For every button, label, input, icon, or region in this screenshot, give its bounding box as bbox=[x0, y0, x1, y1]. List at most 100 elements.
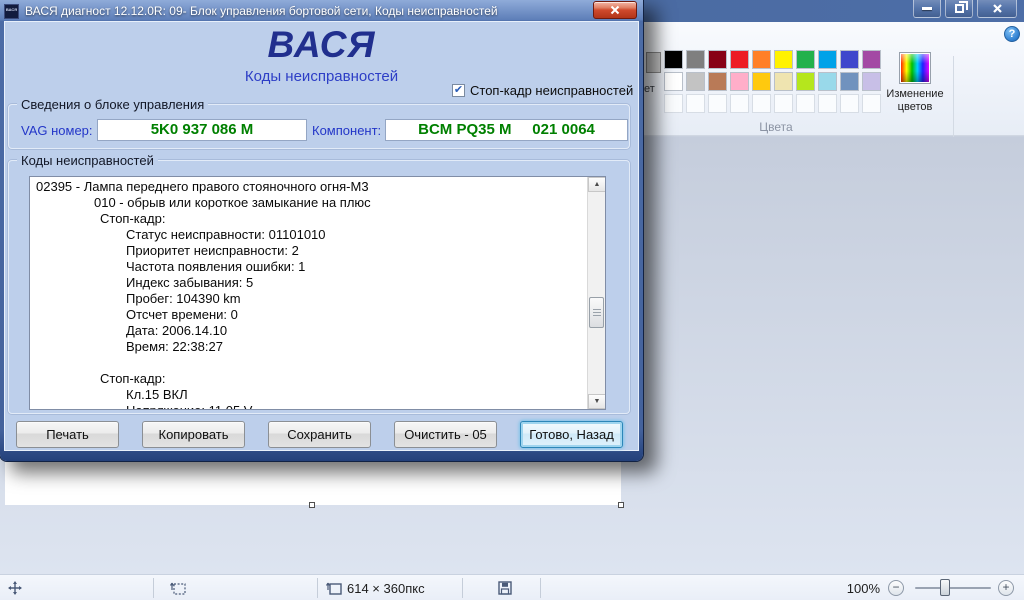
fault-code-line: 010 - обрыв или короткое замыкание на пл… bbox=[94, 195, 371, 210]
save-button[interactable]: Сохранить bbox=[268, 421, 371, 448]
vag-number-field: 5K0 937 086 M bbox=[97, 119, 307, 141]
palette-swatch[interactable] bbox=[862, 50, 881, 69]
palette-swatch[interactable] bbox=[708, 72, 727, 91]
fault-code-line: Стоп-кадр: bbox=[100, 211, 166, 226]
fault-code-line: Статус неисправности: 01101010 bbox=[126, 227, 326, 242]
screen: ? ет Изменение цветов Цвета 614 × 360пкс… bbox=[0, 0, 1024, 600]
scroll-up-button[interactable]: ▲ bbox=[588, 177, 605, 192]
palette-swatch[interactable] bbox=[664, 72, 683, 91]
vertical-scrollbar[interactable]: ▲ ▼ bbox=[587, 177, 605, 409]
vcds-heading: ВАСЯ bbox=[267, 24, 376, 65]
palette-empty-slot[interactable] bbox=[862, 94, 881, 113]
color2-swatch-partial[interactable] bbox=[646, 52, 661, 73]
palette-swatch[interactable] bbox=[840, 72, 859, 91]
image-size-value: 614 × 360пкс bbox=[347, 581, 425, 596]
zoom-slider-track[interactable] bbox=[915, 587, 991, 589]
palette-empty-slot[interactable] bbox=[664, 94, 683, 113]
palette-empty-slot[interactable] bbox=[730, 94, 749, 113]
fault-codes-text: 02395 - Лампа переднего правого стояночн… bbox=[30, 179, 586, 409]
clear-codes-button[interactable]: Очистить - 05 bbox=[394, 421, 497, 448]
fault-codes-textarea[interactable]: 02395 - Лампа переднего правого стояночн… bbox=[29, 176, 606, 410]
freeze-frame-label: Стоп-кадр неисправностей bbox=[470, 83, 634, 98]
palette-swatch[interactable] bbox=[752, 50, 771, 69]
palette-swatch[interactable] bbox=[686, 72, 705, 91]
canvas-resize-handle-corner[interactable] bbox=[618, 502, 624, 508]
fault-codes-group: Коды неисправностей 02395 - Лампа передн… bbox=[8, 153, 630, 414]
done-back-button[interactable]: Готово, Назад bbox=[520, 421, 623, 448]
scrollbar-thumb[interactable] bbox=[589, 297, 604, 328]
copy-button[interactable]: Копировать bbox=[142, 421, 245, 448]
status-separator bbox=[540, 578, 541, 598]
palette-swatch[interactable] bbox=[818, 72, 837, 91]
canvas-resize-handle-bottom[interactable] bbox=[309, 502, 315, 508]
image-size-icon bbox=[326, 582, 342, 595]
palette-row-1 bbox=[664, 50, 881, 69]
fault-code-line: Отсчет времени: 0 bbox=[126, 307, 238, 322]
print-button[interactable]: Печать bbox=[16, 421, 119, 448]
minimize-icon bbox=[922, 7, 932, 10]
palette-empty-slot[interactable] bbox=[686, 94, 705, 113]
zoom-slider-thumb[interactable] bbox=[940, 579, 950, 596]
fault-code-line: Дата: 2006.14.10 bbox=[126, 323, 228, 338]
status-separator bbox=[462, 578, 463, 598]
close-icon bbox=[610, 5, 620, 15]
vcds-window: ВАСЯ ВАСЯ диагност 12.12.0R: 09- Блок уп… bbox=[0, 0, 643, 461]
palette-row-empty bbox=[664, 94, 881, 113]
palette-swatch[interactable] bbox=[730, 72, 749, 91]
fault-code-line: Пробег: 104390 km bbox=[126, 291, 241, 306]
zoom-in-button[interactable]: + bbox=[998, 580, 1014, 596]
palette-swatch[interactable] bbox=[752, 72, 771, 91]
palette-swatch[interactable] bbox=[664, 50, 683, 69]
palette-swatch[interactable] bbox=[862, 72, 881, 91]
palette-swatch[interactable] bbox=[840, 50, 859, 69]
restore-icon bbox=[954, 1, 968, 13]
zoom-level-value: 100% bbox=[846, 581, 880, 596]
colors-group-label: Цвета bbox=[759, 120, 793, 134]
fault-code-line: Напряжение: 11.05 V bbox=[30, 403, 586, 409]
palette-swatch[interactable] bbox=[774, 50, 793, 69]
palette-swatch[interactable] bbox=[796, 72, 815, 91]
edit-colors-button[interactable]: Изменение цветов bbox=[880, 50, 950, 134]
fault-code-line: Кл.15 ВКЛ bbox=[126, 387, 188, 402]
palette-swatch[interactable] bbox=[774, 72, 793, 91]
cursor-position-icon bbox=[8, 581, 22, 595]
vcds-client-area: ВАСЯ Коды неисправностей ✔ Стоп-кадр неи… bbox=[4, 21, 639, 451]
fault-code-line: 02395 - Лампа переднего правого стояночн… bbox=[36, 179, 369, 194]
palette-empty-slot[interactable] bbox=[796, 94, 815, 113]
edit-colors-label-1: Изменение bbox=[886, 88, 944, 100]
restore-button[interactable] bbox=[945, 0, 973, 18]
vag-number-label: VAG номер: bbox=[21, 123, 93, 138]
vcds-window-title: ВАСЯ диагност 12.12.0R: 09- Блок управле… bbox=[25, 4, 498, 18]
selection-size-icon bbox=[170, 582, 186, 595]
palette-swatch[interactable] bbox=[686, 50, 705, 69]
palette-empty-slot[interactable] bbox=[840, 94, 859, 113]
vcds-close-button[interactable] bbox=[593, 1, 637, 19]
fault-code-line bbox=[30, 355, 586, 371]
palette-empty-slot[interactable] bbox=[708, 94, 727, 113]
fault-code-line: Индекс забывания: 5 bbox=[126, 275, 254, 290]
scroll-down-button[interactable]: ▼ bbox=[588, 394, 605, 409]
help-icon[interactable]: ? bbox=[1004, 26, 1020, 42]
fault-code-line: Частота появления ошибки: 1 bbox=[126, 259, 306, 274]
close-button[interactable] bbox=[977, 0, 1017, 18]
palette-swatch[interactable] bbox=[818, 50, 837, 69]
minimize-button[interactable] bbox=[913, 0, 941, 18]
vcds-title-bar[interactable]: ВАСЯ ВАСЯ диагност 12.12.0R: 09- Блок уп… bbox=[4, 1, 639, 20]
paint-status-bar: 614 × 360пкс 100% − + bbox=[0, 574, 1024, 600]
palette-swatch[interactable] bbox=[730, 50, 749, 69]
palette-empty-slot[interactable] bbox=[818, 94, 837, 113]
freeze-frame-checkbox[interactable]: ✔ Стоп-кадр неисправностей bbox=[452, 83, 633, 98]
scrollbar-grip-icon bbox=[592, 309, 601, 316]
palette-swatch[interactable] bbox=[796, 50, 815, 69]
palette-swatch[interactable] bbox=[708, 50, 727, 69]
color2-label-partial: ет bbox=[644, 83, 655, 95]
palette-empty-slot[interactable] bbox=[752, 94, 771, 113]
checkbox-box[interactable]: ✔ bbox=[452, 84, 465, 97]
status-separator bbox=[317, 578, 318, 598]
fault-code-line: Стоп-кадр: bbox=[100, 371, 166, 386]
ribbon-separator bbox=[953, 56, 954, 148]
zoom-out-button[interactable]: − bbox=[888, 580, 904, 596]
palette-empty-slot[interactable] bbox=[774, 94, 793, 113]
fault-code-line: Приоритет неисправности: 2 bbox=[126, 243, 299, 258]
edit-colors-label-2: цветов bbox=[897, 101, 933, 113]
